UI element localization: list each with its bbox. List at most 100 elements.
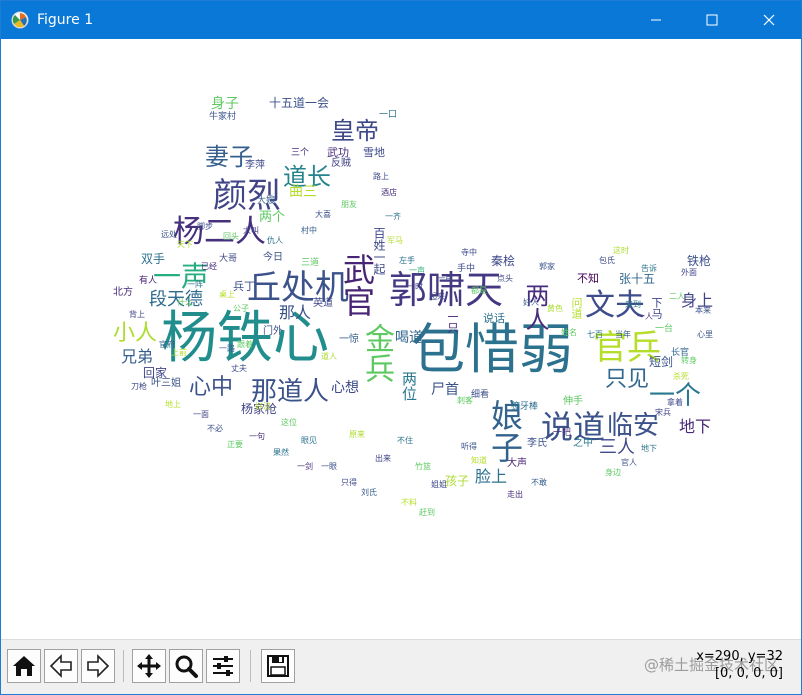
- word-cloud-word: 兵丁: [233, 280, 255, 293]
- word-cloud-word: 一眼: [321, 462, 337, 471]
- word-cloud-word: 皇帝: [331, 117, 379, 145]
- word-cloud-word: 段天德: [149, 289, 203, 310]
- word-cloud-word: 点头: [497, 274, 513, 283]
- word-cloud-word: 一片: [437, 274, 453, 283]
- word-cloud-word: 丘处机: [247, 268, 349, 308]
- word-cloud-word: 刘氏: [361, 488, 377, 497]
- word-cloud-word: 桌上: [219, 290, 235, 299]
- word-cloud-word: 朋友: [341, 200, 357, 209]
- word-cloud-word: 不必: [207, 424, 223, 433]
- back-button[interactable]: [44, 649, 78, 683]
- word-cloud-word: 包氏: [599, 256, 615, 265]
- word-cloud-word: 仇人: [267, 236, 283, 245]
- word-cloud-word: 铁枪: [687, 254, 712, 268]
- sliders-icon: [213, 656, 233, 676]
- word-cloud-word: 跟着: [237, 340, 253, 349]
- word-cloud-word: 一口: [379, 110, 398, 120]
- word-cloud-word: 都是: [471, 286, 487, 295]
- home-button[interactable]: [7, 649, 41, 683]
- word-cloud-word: 北方: [113, 287, 133, 298]
- word-cloud-word: 官人: [621, 458, 637, 467]
- word-cloud-word: 天下: [177, 240, 193, 249]
- word-cloud-word: 一阵: [187, 280, 203, 289]
- word-cloud-word: 一台: [655, 324, 674, 334]
- word-cloud-word: 一剑: [297, 462, 313, 471]
- word-cloud-word: 秦桧: [491, 254, 516, 268]
- word-cloud-word: 十五道一会: [269, 96, 330, 110]
- word-cloud-word: 心里: [697, 330, 713, 339]
- word-cloud-word: 李氏: [527, 438, 547, 449]
- word-cloud-word: 兄弟: [121, 347, 154, 366]
- word-cloud-word: 伸手: [563, 396, 583, 407]
- word-cloud-word: 李萍: [245, 160, 265, 171]
- minimize-button[interactable]: [633, 1, 679, 39]
- word-cloud-word: 张十五: [619, 272, 656, 286]
- word-cloud-word: 獠牙棒: [511, 402, 539, 412]
- figure-window: Figure 1 杨铁心 包惜弱 郭啸天 丘处机 杨二人 颜烈 官兵 说道 娘子 文夫 武官 金兵 一声…: [0, 0, 802, 695]
- forward-button[interactable]: [81, 649, 115, 683]
- word-cloud-word: 不料: [401, 498, 417, 507]
- word-cloud-word: 包惜弱: [411, 318, 573, 381]
- cursor-readout: x=290, y=32 [0, 0, 0, 0]: [696, 648, 783, 682]
- word-cloud-word: 上前: [171, 348, 187, 357]
- word-cloud-word: 来到: [625, 300, 641, 309]
- word-cloud-word: 今日: [263, 252, 283, 263]
- word-cloud-word: 什么: [177, 298, 193, 307]
- word-cloud-word: 姓名: [561, 328, 577, 337]
- word-cloud-word: 刀枪: [131, 382, 147, 391]
- word-cloud-word: 二人: [669, 292, 685, 301]
- word-cloud-word: 尸首: [431, 382, 459, 398]
- save-button[interactable]: [261, 649, 295, 683]
- word-cloud-word: 身子: [211, 96, 239, 112]
- word-cloud-word: 有人: [139, 276, 158, 286]
- magnifier-icon: [175, 655, 198, 678]
- word-cloud-word: 不知: [577, 272, 599, 285]
- pixel-value: [0, 0, 0, 0]: [714, 666, 783, 681]
- word-cloud-word: 一只: [446, 311, 459, 333]
- word-cloud-word: 双手: [141, 252, 166, 266]
- word-cloud-word: 金兵: [359, 323, 394, 383]
- word-cloud-word: 好人: [523, 298, 539, 307]
- figure-canvas[interactable]: 杨铁心 包惜弱 郭啸天 丘处机 杨二人 颜烈 官兵 说道 娘子 文夫 武官 金兵 一声 那道人 临安 皇帝 道长…: [1, 39, 801, 639]
- word-cloud-word: 只得: [341, 478, 357, 487]
- word-cloud-word: 一人: [637, 312, 653, 321]
- word-cloud-word: 心中: [189, 375, 234, 400]
- word-cloud-word: 曲三: [289, 184, 317, 200]
- word-cloud-word: 武官: [338, 253, 376, 317]
- title-bar[interactable]: Figure 1: [1, 1, 801, 39]
- word-cloud-word: 出来: [375, 454, 391, 463]
- word-cloud-word: 正要: [227, 440, 243, 449]
- pan-button[interactable]: [132, 649, 166, 683]
- word-cloud-word: 脸上: [475, 467, 508, 486]
- word-cloud-word: 拿着: [667, 398, 683, 407]
- word-cloud-word: 大嫂: [257, 196, 276, 206]
- zoom-button[interactable]: [169, 649, 203, 683]
- close-button[interactable]: [746, 1, 792, 39]
- word-cloud-word: 百姓一起: [372, 227, 386, 275]
- word-cloud-word: 姐姐: [431, 480, 447, 489]
- word-cloud-word: 告诉: [641, 264, 657, 273]
- word-cloud-word: 临安: [607, 411, 660, 441]
- word-cloud-word: 短剑: [649, 355, 674, 369]
- word-cloud-word: 宋兵: [655, 408, 671, 417]
- word-cloud-word: 大喜: [315, 210, 331, 219]
- word-cloud-word: 道人: [321, 352, 337, 361]
- word-cloud-word: 路上: [373, 172, 389, 181]
- word-cloud-word: 公子: [233, 304, 249, 313]
- word-cloud-word: 脚步: [197, 222, 213, 231]
- word-cloud-word: 三道: [301, 258, 320, 268]
- floppy-disk-icon: [267, 655, 289, 677]
- word-cloud-word: 一声: [409, 266, 425, 275]
- word-cloud-word: 回头: [223, 232, 239, 241]
- maximize-button[interactable]: [689, 1, 735, 39]
- word-cloud-word: 竹篮: [415, 462, 431, 471]
- word-cloud-word: 两位: [400, 371, 418, 401]
- window-title: Figure 1: [37, 12, 94, 28]
- word-cloud-word: 反贼: [331, 158, 351, 169]
- word-cloud-word: 当年: [615, 330, 631, 339]
- word-cloud-word: 这时: [613, 246, 629, 255]
- word-cloud-word: 起来: [429, 292, 445, 301]
- word-cloud-word: 外面: [681, 268, 697, 277]
- configure-subplots-button[interactable]: [206, 649, 240, 683]
- word-cloud-word: 牛家村: [209, 112, 237, 122]
